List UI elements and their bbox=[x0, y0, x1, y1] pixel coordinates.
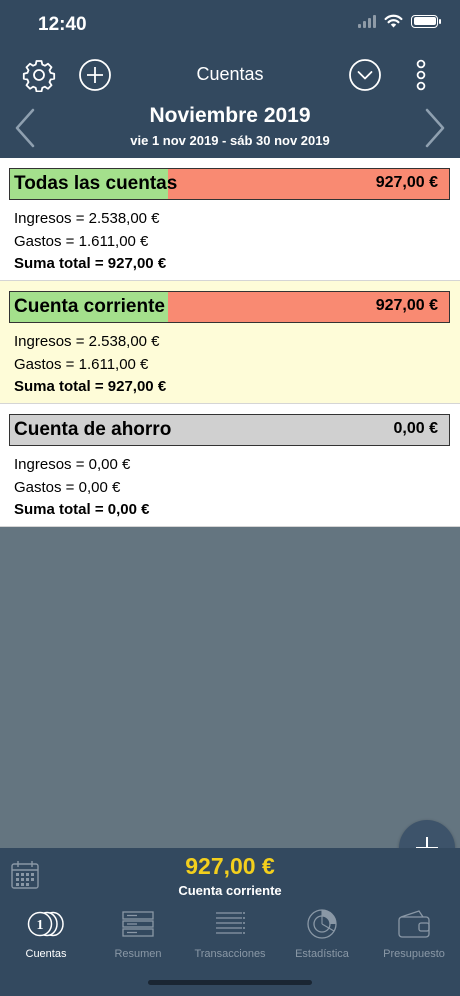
tab-label: Transacciones bbox=[194, 948, 266, 960]
expenses-line: Gastos = 0,00 € bbox=[14, 478, 121, 496]
chevron-down-circle-icon bbox=[349, 59, 381, 91]
expenses-line: Gastos = 1.611,00 € bbox=[14, 232, 149, 250]
account-details: Ingresos = 2.538,00 € Gastos = 1.611,00 … bbox=[14, 331, 166, 399]
income-line: Ingresos = 2.538,00 € bbox=[14, 333, 160, 350]
account-name: Cuenta corriente bbox=[14, 296, 165, 317]
period-selector: Noviembre 2019 vie 1 nov 2019 - sáb 30 n… bbox=[0, 102, 460, 154]
statistics-icon bbox=[307, 909, 337, 939]
total-line: Suma total = 0,00 € bbox=[14, 501, 150, 518]
summary-footer: 927,00 € Cuenta corriente bbox=[0, 848, 460, 902]
account-card-all[interactable]: Todas las cuentas 927,00 € Ingresos = 2.… bbox=[0, 158, 460, 281]
total-line: Suma total = 927,00 € bbox=[14, 378, 167, 395]
battery-icon bbox=[411, 14, 441, 28]
svg-text:1: 1 bbox=[37, 918, 44, 933]
home-indicator bbox=[148, 980, 312, 985]
app-header: 12:40 Cuentas Noviembre 2019 vie 1 nov 2… bbox=[0, 0, 460, 158]
total-line: Suma total = 927,00 € bbox=[14, 255, 167, 272]
tab-estadistica[interactable]: Estadística bbox=[276, 908, 368, 968]
tab-label: Presupuesto bbox=[383, 948, 445, 960]
account-details: Ingresos = 0,00 € Gastos = 0,00 € Suma t… bbox=[14, 454, 149, 522]
status-time: 12:40 bbox=[38, 14, 87, 35]
tab-cuentas[interactable]: 1 Cuentas bbox=[0, 908, 92, 968]
tab-label: Resumen bbox=[114, 948, 162, 960]
account-amount: 0,00 € bbox=[393, 420, 438, 437]
period-range: vie 1 nov 2019 - sáb 30 nov 2019 bbox=[130, 133, 330, 148]
summary-account-name: Cuenta corriente bbox=[178, 883, 282, 898]
summary-amount: 927,00 € bbox=[185, 853, 275, 879]
account-amount: 927,00 € bbox=[375, 297, 438, 314]
more-vertical-icon bbox=[416, 59, 426, 91]
tab-transacciones[interactable]: Transacciones bbox=[184, 908, 276, 968]
signal-icon bbox=[358, 14, 376, 28]
expenses-line: Gastos = 1.611,00 € bbox=[14, 355, 149, 373]
account-card-checking[interactable]: Cuenta corriente 927,00 € Ingresos = 2.5… bbox=[0, 281, 460, 404]
tab-resumen[interactable]: Resumen bbox=[92, 908, 184, 968]
filter-dropdown-button[interactable] bbox=[347, 57, 383, 93]
screen-title: Cuentas bbox=[196, 64, 264, 84]
account-card-savings[interactable]: Cuenta de ahorro 0,00 € Ingresos = 0,00 … bbox=[0, 404, 460, 527]
status-icons bbox=[358, 14, 441, 28]
summary-icon bbox=[122, 911, 154, 937]
income-line: Ingresos = 0,00 € bbox=[14, 456, 131, 473]
wifi-icon bbox=[384, 14, 403, 28]
tab-label: Estadística bbox=[295, 948, 349, 960]
next-period-button[interactable] bbox=[421, 106, 451, 150]
coins-icon: 1 bbox=[27, 911, 64, 937]
period-title: Noviembre 2019 bbox=[149, 104, 311, 127]
accounts-list: Todas las cuentas 927,00 € Ingresos = 2.… bbox=[0, 158, 460, 527]
income-line: Ingresos = 2.538,00 € bbox=[14, 210, 160, 227]
status-bar: 12:40 bbox=[0, 0, 460, 50]
transactions-list-icon bbox=[216, 912, 245, 934]
account-details: Ingresos = 2.538,00 € Gastos = 1.611,00 … bbox=[14, 208, 166, 276]
wallet-icon bbox=[398, 910, 430, 938]
account-name: Cuenta de ahorro bbox=[14, 419, 172, 440]
toolbar: Cuentas bbox=[0, 55, 460, 95]
more-options-button[interactable] bbox=[403, 57, 439, 93]
account-name: Todas las cuentas bbox=[14, 173, 178, 194]
tab-presupuesto[interactable]: Presupuesto bbox=[368, 908, 460, 968]
tab-label: Cuentas bbox=[25, 948, 67, 960]
account-amount: 927,00 € bbox=[375, 174, 438, 191]
